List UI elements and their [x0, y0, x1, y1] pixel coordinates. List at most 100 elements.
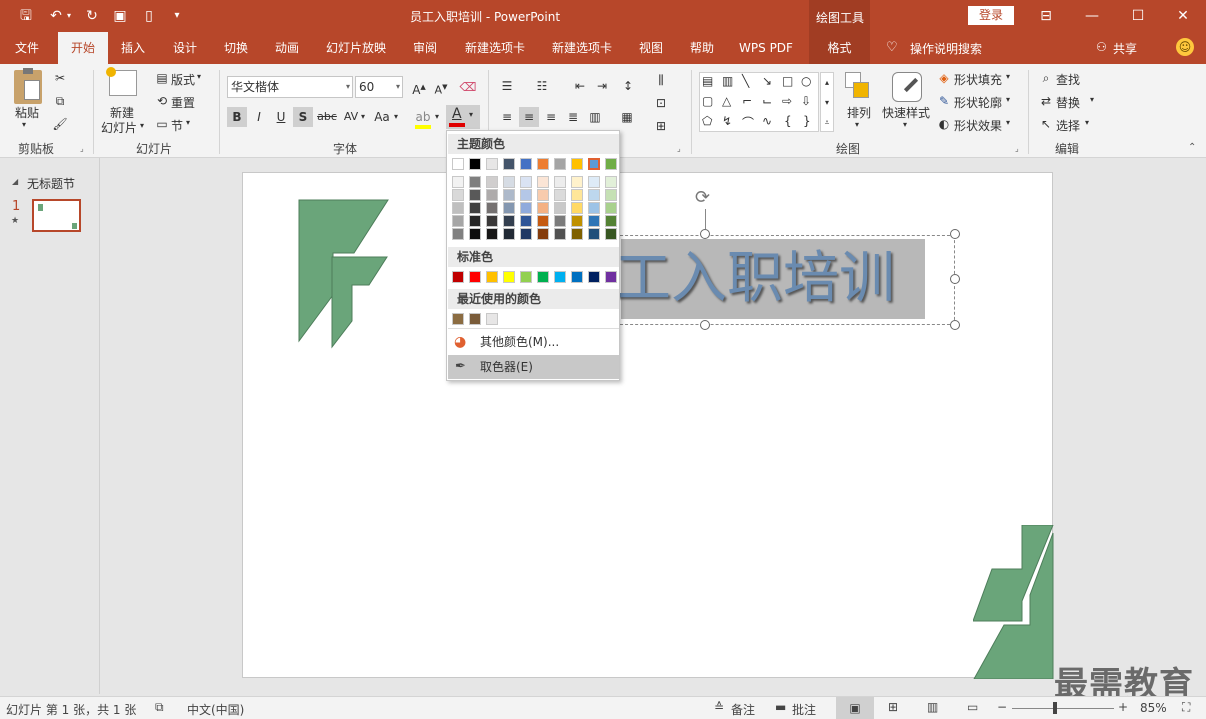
- highlight-icon[interactable]: ab: [413, 107, 433, 127]
- theme-shade-swatch[interactable]: [452, 202, 464, 214]
- quick-styles-icon[interactable]: [892, 72, 922, 102]
- italic-button[interactable]: I: [249, 107, 269, 127]
- theme-shade-swatch[interactable]: [452, 176, 464, 188]
- theme-shade-swatch[interactable]: [537, 189, 549, 201]
- zoom-thumb[interactable]: [1053, 702, 1057, 714]
- close-icon[interactable]: ✕: [1160, 0, 1206, 32]
- bullets-icon[interactable]: ☰: [497, 76, 517, 96]
- copy-icon[interactable]: ⧉: [50, 91, 70, 111]
- arrow-shape-icon[interactable]: ↘: [762, 74, 772, 88]
- theme-color-swatch[interactable]: [503, 158, 515, 170]
- theme-shade-swatch[interactable]: [520, 228, 532, 240]
- increase-indent-icon[interactable]: ⇥: [592, 76, 612, 96]
- theme-shade-swatch[interactable]: [486, 189, 498, 201]
- theme-shade-swatch[interactable]: [520, 176, 532, 188]
- standard-color-swatch[interactable]: [571, 271, 583, 283]
- tab-new-2[interactable]: 新建选项卡: [543, 32, 621, 64]
- left-brace-shape-icon[interactable]: {: [784, 114, 792, 128]
- theme-shade-swatch[interactable]: [605, 228, 617, 240]
- standard-color-swatch[interactable]: [537, 271, 549, 283]
- paragraph-launcher-icon[interactable]: ⌟: [677, 144, 681, 153]
- format-painter-icon[interactable]: 🖌: [50, 114, 70, 134]
- section-button[interactable]: 节: [171, 117, 183, 134]
- slide-sorter-icon[interactable]: ⊞: [888, 700, 898, 714]
- redo-icon[interactable]: ↻: [82, 6, 102, 26]
- paste-button[interactable]: 粘贴: [15, 104, 39, 121]
- shape-effects-button[interactable]: 形状效果: [954, 117, 1002, 134]
- tab-design[interactable]: 设计: [164, 32, 206, 64]
- rounded-rect-shape-icon[interactable]: ▢: [702, 94, 713, 108]
- elbow-connector-shape-icon[interactable]: ⌐: [742, 94, 752, 108]
- spellcheck-icon[interactable]: ⧉: [155, 700, 164, 715]
- save-icon[interactable]: 🖫: [16, 6, 36, 26]
- theme-shade-swatch[interactable]: [588, 215, 600, 227]
- new-slide-button[interactable]: 幻灯片: [101, 119, 137, 136]
- theme-color-swatch[interactable]: [571, 158, 583, 170]
- down-arrow-shape-icon[interactable]: ⇩: [801, 94, 811, 108]
- theme-shade-swatch[interactable]: [486, 215, 498, 227]
- select-button[interactable]: 选择: [1056, 117, 1080, 134]
- more-colors-item[interactable]: ◕ 其他颜色(M)...: [448, 330, 619, 354]
- slide[interactable]: 工入职培训 ⟳: [242, 172, 1054, 679]
- theme-shade-swatch[interactable]: [486, 176, 498, 188]
- undo-dropdown-icon[interactable]: ▾: [64, 6, 74, 26]
- slide-thumbnail[interactable]: [32, 199, 81, 232]
- theme-shade-swatch[interactable]: [452, 215, 464, 227]
- theme-shade-swatch[interactable]: [605, 176, 617, 188]
- text-direction-icon[interactable]: ⫼: [651, 70, 671, 90]
- theme-color-swatch[interactable]: [486, 158, 498, 170]
- shape-outline-button[interactable]: 形状轮廓: [954, 94, 1002, 111]
- standard-color-swatch[interactable]: [486, 271, 498, 283]
- shape-fill-icon[interactable]: ◈: [934, 68, 954, 88]
- right-brace-shape-icon[interactable]: }: [803, 114, 811, 128]
- highlight-dropdown-icon[interactable]: ▾: [435, 112, 439, 121]
- resize-handle-right[interactable]: [950, 274, 960, 284]
- theme-color-swatch[interactable]: [469, 158, 481, 170]
- theme-shade-swatch[interactable]: [452, 228, 464, 240]
- theme-shade-swatch[interactable]: [571, 202, 583, 214]
- section-icon[interactable]: ▭: [152, 114, 172, 134]
- theme-shade-swatch[interactable]: [588, 202, 600, 214]
- align-text-icon[interactable]: ⊡: [651, 93, 671, 113]
- char-spacing-dropdown-icon[interactable]: ▾: [361, 112, 365, 121]
- theme-color-swatch[interactable]: [588, 158, 600, 170]
- theme-shade-swatch[interactable]: [554, 215, 566, 227]
- present-icon[interactable]: ▣: [110, 6, 130, 26]
- change-case-button[interactable]: Aa: [371, 107, 393, 127]
- textbox-shape-icon[interactable]: ▤: [702, 74, 713, 88]
- logo-shape[interactable]: [298, 199, 390, 349]
- recent-color-swatch[interactable]: [486, 313, 498, 325]
- theme-shade-swatch[interactable]: [469, 176, 481, 188]
- theme-shade-swatch[interactable]: [537, 202, 549, 214]
- zoom-in-icon[interactable]: +: [1118, 700, 1128, 714]
- underline-button[interactable]: U: [271, 107, 291, 127]
- standard-color-swatch[interactable]: [588, 271, 600, 283]
- select-dropdown-icon[interactable]: ▾: [1085, 118, 1089, 127]
- find-icon[interactable]: ⌕: [1036, 68, 1056, 88]
- theme-shade-swatch[interactable]: [605, 189, 617, 201]
- notes-button[interactable]: 备注: [731, 701, 755, 718]
- minimize-icon[interactable]: —: [1069, 0, 1115, 32]
- zoom-level[interactable]: 85%: [1140, 701, 1167, 715]
- replace-icon[interactable]: ⇄: [1036, 91, 1056, 111]
- arrange-button[interactable]: 排列: [847, 104, 871, 121]
- tab-file[interactable]: 文件: [6, 32, 48, 64]
- theme-shade-swatch[interactable]: [571, 228, 583, 240]
- theme-shade-swatch[interactable]: [588, 189, 600, 201]
- comments-button[interactable]: 批注: [792, 701, 816, 718]
- shapes-scroll[interactable]: ▴ ▾ ⩡: [820, 72, 834, 132]
- section-dropdown-icon[interactable]: ▾: [186, 118, 190, 127]
- replace-dropdown-icon[interactable]: ▾: [1090, 95, 1094, 104]
- language-status[interactable]: 中文(中国): [187, 701, 244, 718]
- resize-handle-top[interactable]: [700, 229, 710, 239]
- paste-icon[interactable]: [14, 68, 42, 104]
- distribute-icon[interactable]: ▥: [585, 107, 605, 127]
- theme-shade-swatch[interactable]: [537, 215, 549, 227]
- normal-view-icon[interactable]: ▣: [836, 697, 874, 719]
- fit-to-window-icon[interactable]: ⛶: [1182, 700, 1190, 715]
- columns-icon[interactable]: ▦: [617, 107, 637, 127]
- theme-shade-swatch[interactable]: [469, 228, 481, 240]
- corner-shape[interactable]: [973, 525, 1054, 679]
- shrink-font-icon[interactable]: A▼: [431, 77, 451, 97]
- font-name-select[interactable]: 华文楷体 ▾: [227, 76, 353, 98]
